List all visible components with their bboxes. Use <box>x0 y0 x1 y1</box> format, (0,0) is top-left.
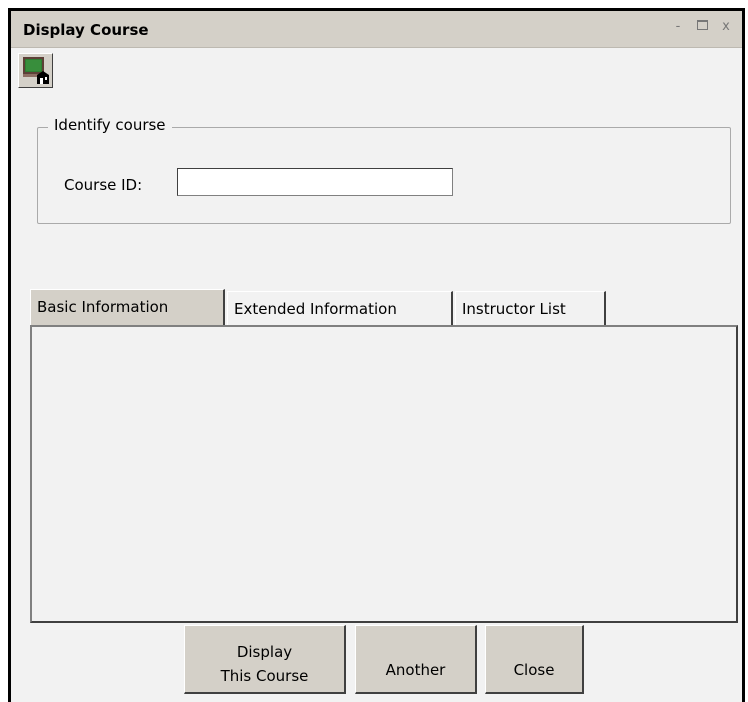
tab-basic-information[interactable]: Basic Information <box>30 289 225 326</box>
display-button-line2: This Course <box>220 666 309 685</box>
tab-instructor-list[interactable]: Instructor List <box>455 291 606 326</box>
course-display-toolbar-button[interactable] <box>18 53 53 88</box>
display-course-window: Display Course - x Identify course Cours… <box>8 8 745 702</box>
display-button-line1: Display <box>236 642 293 661</box>
tab-panel <box>30 325 738 623</box>
title-bar: Display Course - x <box>11 11 742 48</box>
course-id-label: Course ID: <box>64 176 143 194</box>
minimize-button[interactable]: - <box>670 19 686 35</box>
course-display-icon <box>23 57 49 84</box>
tab-extended-information[interactable]: Extended Information <box>227 291 453 326</box>
close-button[interactable]: Close <box>485 625 584 694</box>
window-title: Display Course <box>23 21 149 39</box>
display-this-course-button[interactable]: Display This Course <box>184 625 346 694</box>
identify-course-group: Identify course Course ID: <box>37 116 731 224</box>
maximize-icon <box>696 20 708 30</box>
close-window-button[interactable]: x <box>718 19 734 35</box>
course-id-input[interactable] <box>177 168 453 196</box>
another-button[interactable]: Another <box>355 625 477 694</box>
maximize-button[interactable] <box>694 19 710 35</box>
identify-course-legend: Identify course <box>48 116 172 134</box>
